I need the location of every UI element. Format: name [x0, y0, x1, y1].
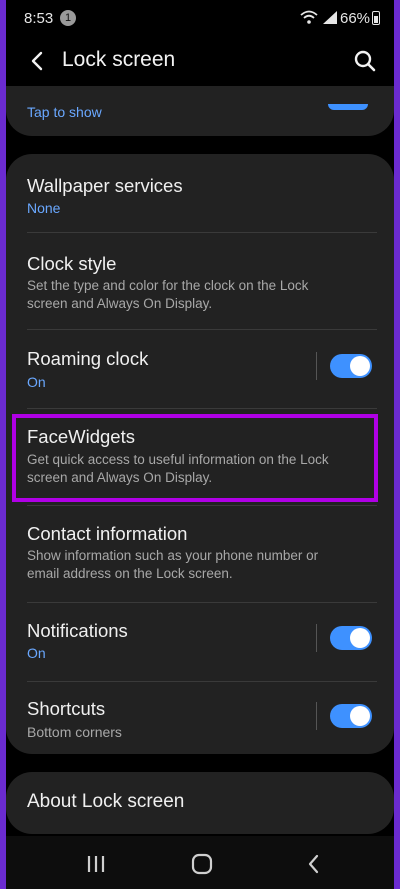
battery-percent: 66% [340, 10, 371, 27]
nav-back-icon[interactable] [298, 848, 330, 880]
back-arrow-icon[interactable] [22, 46, 52, 76]
toggle-knob [350, 356, 370, 376]
list-item-shortcuts[interactable]: Shortcuts Bottom corners [6, 682, 394, 754]
status-bar: 8:53 1 66% [6, 0, 394, 36]
settings-card-top[interactable]: Tap to show [6, 86, 394, 136]
notifications-toggle[interactable] [330, 626, 372, 650]
item-title: Notifications [27, 620, 128, 641]
home-icon[interactable] [186, 848, 218, 880]
list-item-clock-style[interactable]: Clock style Set the type and color for t… [6, 233, 394, 329]
tap-to-show-text: Tap to show [27, 104, 102, 120]
item-title: Contact information [27, 523, 188, 544]
item-description: Set the type and color for the clock on … [27, 278, 309, 311]
vertical-separator [316, 624, 317, 652]
item-title: Wallpaper services [27, 175, 183, 196]
app-bar: Lock screen [6, 38, 394, 84]
wifi-icon [300, 10, 318, 24]
about-lock-screen-card[interactable]: About Lock screen [6, 772, 394, 834]
list-item-contact-information[interactable]: Contact information Show information suc… [6, 506, 394, 602]
page-title: Lock screen [62, 48, 176, 71]
item-title: Shortcuts [27, 698, 106, 719]
list-item-roaming-clock[interactable]: Roaming clock On [6, 330, 394, 408]
search-icon[interactable] [350, 46, 380, 76]
about-lock-screen-label: About Lock screen [27, 791, 185, 812]
toggle-knob [350, 706, 370, 726]
shortcuts-toggle[interactable] [330, 704, 372, 728]
facewidgets-highlight [12, 414, 378, 502]
item-title: Clock style [27, 253, 117, 274]
toggle-switch-partial[interactable] [328, 104, 368, 110]
item-description: Show information such as your phone numb… [27, 548, 319, 581]
toggle-knob [350, 628, 370, 648]
navigation-bar [6, 836, 394, 889]
roaming-clock-toggle[interactable] [330, 354, 372, 378]
vertical-separator [316, 702, 317, 730]
screen: 8:53 1 66% Lock screen Tap to show Wallp… [6, 0, 394, 889]
notification-count-badge: 1 [60, 10, 76, 26]
item-subtitle: On [27, 645, 46, 661]
item-title: Roaming clock [27, 348, 149, 369]
list-item-notifications[interactable]: Notifications On [6, 603, 394, 681]
list-item-wallpaper-services[interactable]: Wallpaper services None [6, 154, 394, 232]
item-subtitle: Bottom corners [27, 724, 122, 740]
vertical-separator [316, 352, 317, 380]
signal-icon [323, 11, 337, 24]
battery-icon [372, 11, 380, 25]
item-subtitle: None [27, 200, 61, 216]
item-subtitle: On [27, 374, 46, 390]
status-time: 8:53 [24, 10, 54, 27]
recents-icon[interactable] [80, 848, 112, 880]
